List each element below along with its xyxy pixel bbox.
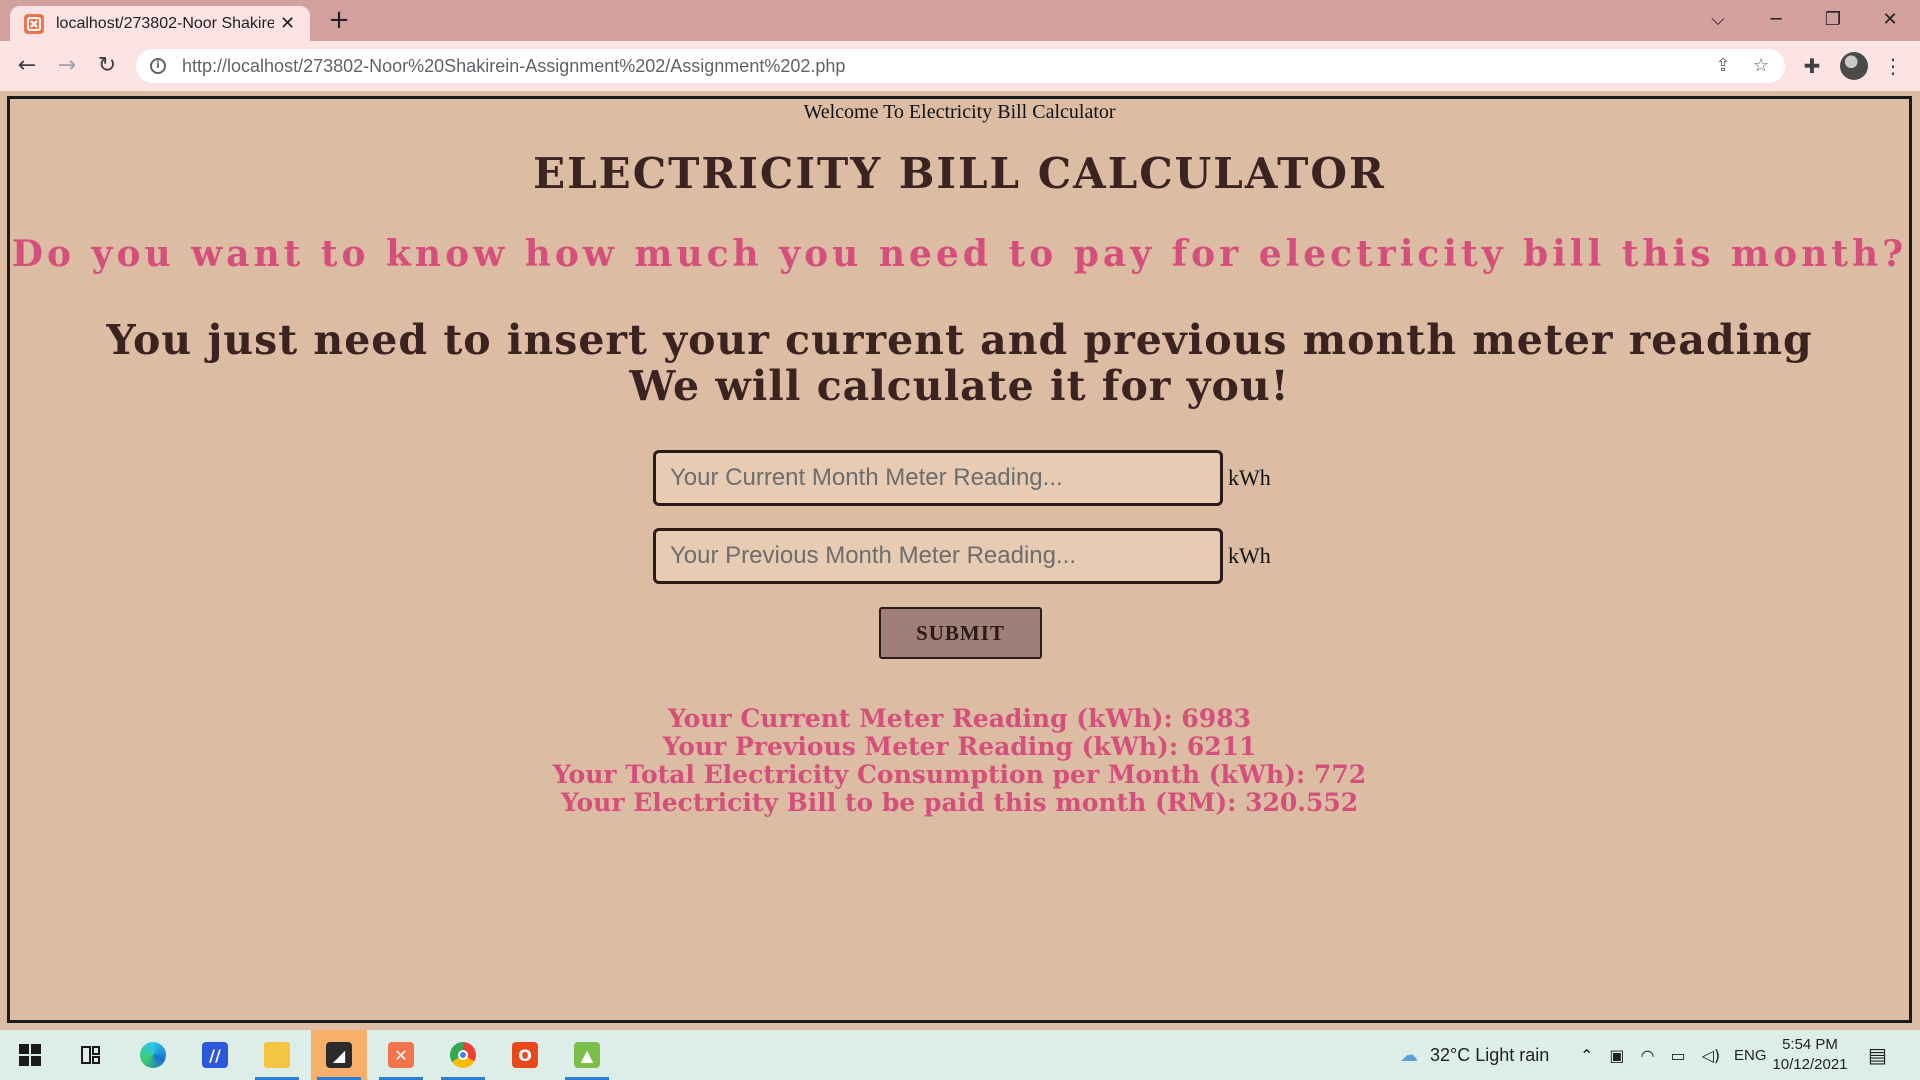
forward-button[interactable]: → (52, 51, 82, 81)
clock[interactable]: 5:54 PM 10/12/2021 (1765, 1035, 1855, 1075)
previous-reading-input[interactable] (653, 528, 1223, 584)
task-view-icon (81, 1046, 100, 1064)
weather-widget[interactable]: ☁ 32°C Light rain (1400, 1030, 1549, 1080)
browser-titlebar: localhost/273802-Noor Shakirein ✕ + ⌵ ─ … (0, 0, 1920, 41)
result-bill-amount: Your Electricity Bill to be paid this mo… (560, 788, 1359, 817)
meet-now-icon[interactable]: ▣ (1609, 1046, 1624, 1065)
start-button[interactable] (2, 1030, 58, 1080)
page-title: ELECTRICITY BILL CALCULATOR (533, 149, 1386, 198)
taskbar-chrome[interactable] (435, 1030, 491, 1080)
browser-toolbar: ← → ↻ i http://localhost/273802-Noor%20S… (0, 41, 1920, 91)
reload-button[interactable]: ↻ (92, 51, 122, 81)
taskbar-visual-studio[interactable]: // (187, 1030, 243, 1080)
results-block: Your Current Meter Reading (kWh): 6983 Y… (10, 705, 1909, 817)
tab-close-icon[interactable]: ✕ (280, 13, 295, 34)
image-app-icon: ▲ (574, 1042, 600, 1068)
address-bar[interactable]: i http://localhost/273802-Noor%20Shakire… (136, 49, 1785, 83)
result-current-reading: Your Current Meter Reading (kWh): 6983 (667, 704, 1252, 733)
clock-date: 10/12/2021 (1772, 1056, 1848, 1073)
visual-studio-icon: // (202, 1042, 228, 1068)
notification-icon[interactable]: ▤ (1868, 1030, 1887, 1080)
result-total-consumption: Your Total Electricity Consumption per M… (552, 760, 1367, 789)
browser-menu-icon[interactable]: ⋮ (1880, 53, 1906, 79)
chrome-icon (450, 1042, 476, 1068)
current-reading-input[interactable] (653, 450, 1223, 506)
windows-logo-icon (19, 1044, 41, 1066)
taskbar-edge[interactable] (125, 1030, 181, 1080)
extensions-puzzle-icon[interactable]: ✚ (1799, 53, 1825, 79)
tab-title: localhost/273802-Noor Shakirein (56, 14, 274, 32)
system-tray: ⌃ ▣ ◠ ▭ ◁) (1580, 1030, 1720, 1080)
minimize-button[interactable]: ─ (1762, 6, 1790, 34)
clock-time: 5:54 PM (1782, 1036, 1838, 1053)
volume-icon[interactable]: ◁) (1702, 1046, 1721, 1065)
xampp-icon: ✕ (388, 1042, 414, 1068)
battery-icon[interactable]: ▭ (1671, 1046, 1686, 1065)
language-indicator[interactable]: ENG (1734, 1030, 1767, 1080)
page-content: Welcome To Electricity Bill Calculator E… (7, 96, 1912, 1023)
browser-tab[interactable]: localhost/273802-Noor Shakirein ✕ (10, 6, 310, 41)
instruction-line-1: You just need to insert your current and… (106, 316, 1813, 364)
office-icon: O (512, 1042, 538, 1068)
question-heading: Do you want to know how much you need to… (11, 233, 1908, 275)
edge-icon (140, 1042, 166, 1068)
current-reading-row: kWh (653, 450, 1271, 506)
close-window-button[interactable]: ✕ (1876, 6, 1904, 34)
taskbar-app[interactable]: ▲ (559, 1030, 615, 1080)
previous-unit-label: kWh (1228, 543, 1271, 568)
share-icon[interactable]: ⇪ (1712, 55, 1734, 77)
sticky-notes-icon: ◢ (326, 1042, 352, 1068)
folder-icon (264, 1042, 290, 1068)
taskbar-file-explorer[interactable] (249, 1030, 305, 1080)
new-tab-button[interactable]: + (325, 6, 353, 34)
weather-text: 32°C Light rain (1430, 1044, 1550, 1065)
url-text[interactable]: http://localhost/273802-Noor%20Shakirein… (182, 56, 845, 77)
xampp-favicon-icon (24, 13, 44, 34)
instruction-heading: You just need to insert your current and… (10, 317, 1909, 409)
taskbar-sticky-notes[interactable]: ◢ (311, 1030, 367, 1080)
windows-taskbar: // ◢ ✕ O ▲ ☁ 32°C Light rain ⌃ ▣ ◠ ▭ ◁) … (0, 1030, 1920, 1080)
instruction-line-2: We will calculate it for you! (629, 362, 1290, 410)
chevron-up-icon[interactable]: ⌃ (1580, 1046, 1593, 1065)
result-previous-reading: Your Previous Meter Reading (kWh): 6211 (662, 732, 1257, 761)
wifi-icon[interactable]: ◠ (1641, 1046, 1655, 1065)
taskbar-office[interactable]: O (497, 1030, 553, 1080)
submit-button[interactable]: SUBMIT (879, 607, 1042, 659)
bookmark-star-icon[interactable]: ☆ (1750, 55, 1772, 77)
current-unit-label: kWh (1228, 465, 1271, 490)
taskbar-xampp[interactable]: ✕ (373, 1030, 429, 1080)
restore-button[interactable]: ❐ (1819, 6, 1847, 34)
weather-cloud-icon: ☁ (1400, 1044, 1418, 1066)
site-info-icon[interactable]: i (150, 58, 166, 74)
previous-reading-row: kWh (653, 528, 1271, 584)
back-button[interactable]: ← (12, 51, 42, 81)
welcome-text: Welcome To Electricity Bill Calculator (803, 101, 1116, 123)
profile-avatar[interactable] (1840, 52, 1868, 80)
task-view-button[interactable] (62, 1030, 118, 1080)
tab-search-icon[interactable]: ⌵ (1704, 6, 1732, 34)
